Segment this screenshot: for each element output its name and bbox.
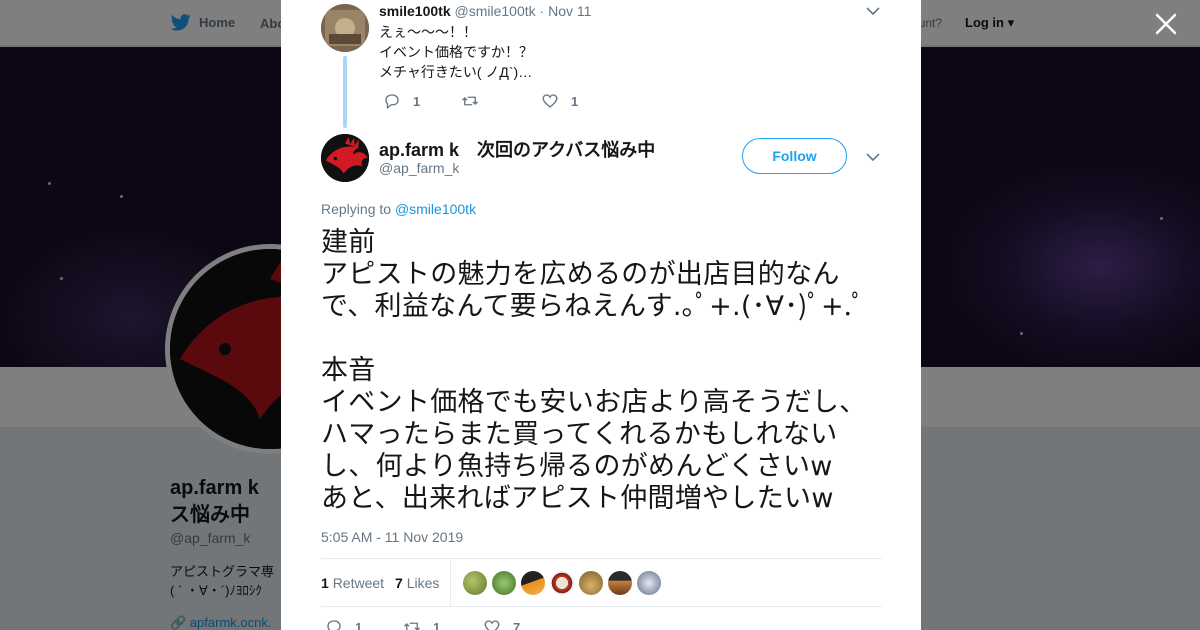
parent-date[interactable]: Nov 11 (548, 3, 591, 19)
retweets-stat-count: 1 (321, 575, 329, 591)
retweet-count: 1 (433, 619, 441, 630)
main-author-handle[interactable]: @ap_farm_k (379, 160, 459, 176)
liker-avatar[interactable] (463, 571, 487, 595)
reply-count: 1 (355, 619, 363, 630)
liker-avatar[interactable] (608, 571, 632, 595)
replying-to-mention[interactable]: @smile100tk (395, 201, 476, 217)
like-button[interactable]: 1 (541, 92, 578, 110)
liker-avatar[interactable] (550, 571, 574, 595)
liker-avatar[interactable] (492, 571, 516, 595)
main-tweet-text: 建前 アピストの魅力を広めるのが出店目的なんで、利益なんて要らねえんす.｡ﾟ+.… (321, 227, 867, 514)
red-fish-avatar-image (321, 134, 369, 182)
like-button[interactable]: 7 (483, 618, 520, 630)
reply-count: 1 (413, 93, 421, 109)
separator-dot: · (539, 3, 545, 19)
heart-icon (542, 94, 558, 108)
like-count: 1 (571, 93, 579, 109)
parent-tweet[interactable]: smile100tk @smile100tk · Nov 11 えぇ～～～！！ … (321, 0, 881, 128)
replying-to: Replying to @smile100tk (321, 201, 476, 217)
liker-avatar[interactable] (579, 571, 603, 595)
parent-avatar-image (321, 4, 369, 52)
chevron-down-icon[interactable] (866, 152, 880, 162)
liker-avatar[interactable] (521, 571, 545, 595)
reply-button[interactable]: 1 (383, 92, 461, 110)
likes-stat[interactable]: 7 Likes (395, 575, 439, 591)
tweet-timestamp[interactable]: 5:05 AM - 11 Nov 2019 (321, 529, 463, 545)
parent-name[interactable]: smile100tk (379, 3, 451, 19)
reply-icon (327, 620, 341, 630)
follow-button[interactable]: Follow (742, 138, 847, 174)
retweet-icon (462, 96, 478, 106)
retweets-stat[interactable]: 1 Retweet (321, 575, 384, 591)
likes-stat-count: 7 (395, 575, 403, 591)
parent-tweet-text: えぇ～～～！！ イベント価格ですか！？ メチャ行きたい( ノД`)… (379, 24, 533, 80)
tweet-modal: smile100tk @smile100tk · Nov 11 えぇ～～～！！ … (281, 0, 921, 630)
main-avatar[interactable] (321, 134, 369, 182)
thread-connector (343, 56, 347, 128)
parent-handle[interactable]: @smile100tk (455, 3, 536, 19)
main-author-name[interactable]: ap.farm k 次回のアクバス悩み中 (379, 136, 655, 162)
retweets-stat-label: Retweet (332, 575, 385, 591)
like-count: 7 (513, 619, 521, 630)
tweet-stats: 1 Retweet 7 Likes (321, 558, 882, 607)
retweet-button[interactable] (461, 92, 541, 110)
liker-avatar[interactable] (637, 571, 661, 595)
parent-actions: 1 1 (383, 92, 578, 110)
parent-avatar[interactable] (321, 4, 369, 52)
reply-button[interactable]: 1 (325, 618, 403, 630)
reply-icon (385, 94, 399, 110)
parent-header: smile100tk @smile100tk · Nov 11 (379, 3, 591, 19)
main-tweet-actions: 1 1 7 (325, 618, 520, 630)
close-icon[interactable] (1155, 13, 1177, 35)
likes-stat-label: Likes (406, 575, 440, 591)
retweet-button[interactable]: 1 (403, 618, 483, 630)
main-tweet-header: ap.farm k 次回のアクバス悩み中 @ap_farm_k Follow (321, 134, 881, 194)
likers-list (463, 571, 661, 595)
heart-icon (484, 620, 500, 630)
stats-divider (450, 559, 451, 606)
retweet-icon (404, 622, 420, 630)
replying-to-label: Replying to (321, 201, 392, 217)
chevron-down-icon[interactable] (866, 6, 880, 16)
